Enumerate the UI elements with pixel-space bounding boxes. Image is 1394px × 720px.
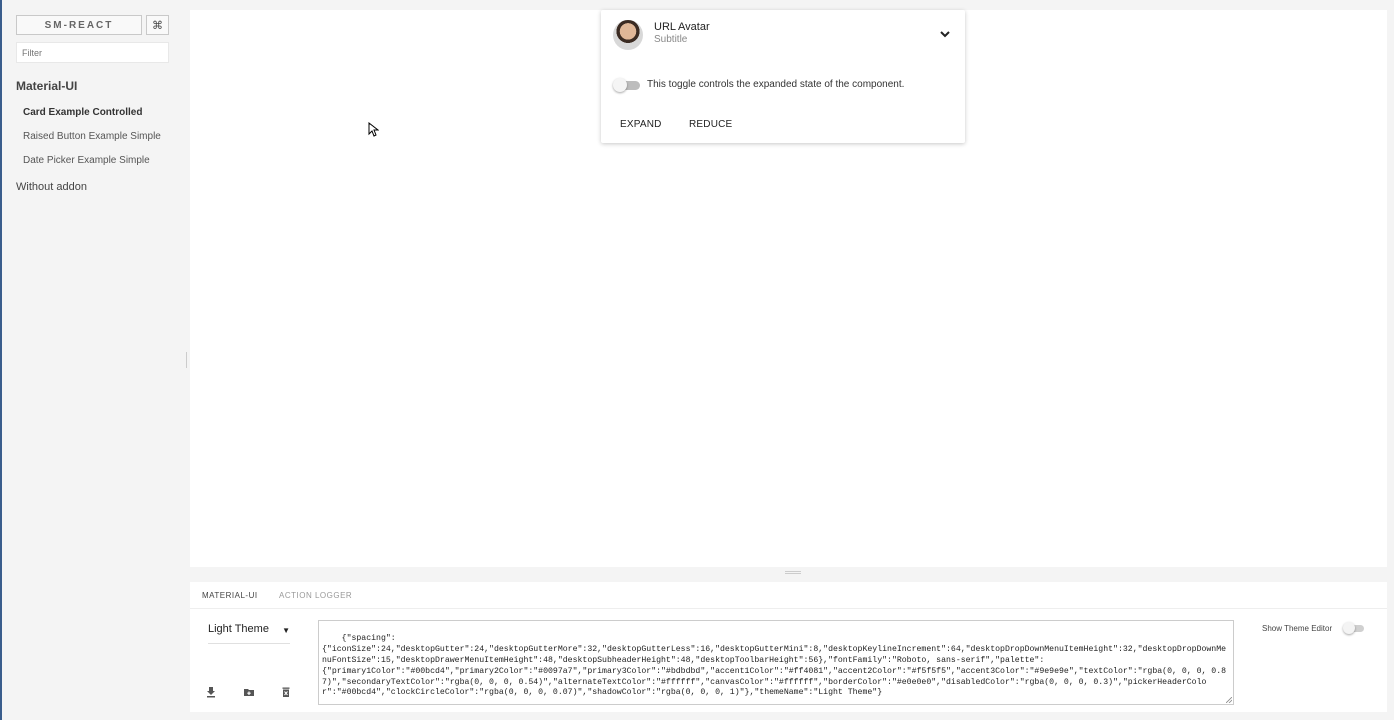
tab-material-ui[interactable]: MATERIAL-UI [202,591,258,600]
download-icon[interactable] [205,686,217,698]
sidebar-item-date-picker-example-simple[interactable]: Date Picker Example Simple [23,155,150,166]
card-title: URL Avatar [654,21,710,33]
sidebar-item-raised-button-example-simple[interactable]: Raised Button Example Simple [23,131,161,142]
show-theme-editor-toggle[interactable] [1343,622,1365,634]
theme-json-text: {"spacing": {"iconSize":24,"desktopGutte… [322,633,1227,698]
open-folder-icon[interactable] [243,686,255,698]
card: URL Avatar Subtitle This toggle controls… [601,10,965,143]
caret-down-icon: ▼ [282,626,290,635]
addon-tabs: MATERIAL-UI ACTION LOGGER [190,582,1387,609]
sidebar-resize-handle[interactable] [186,352,188,368]
brand-row: SM-REACT ⌘ [16,15,169,35]
sidebar-group-without-addon[interactable]: Without addon [16,181,87,193]
reduce-button[interactable]: REDUCE [689,119,732,130]
filter-input[interactable] [16,42,169,63]
show-theme-editor-label: Show Theme Editor [1262,624,1333,633]
brand-button[interactable]: SM-REACT [16,15,142,35]
theme-select[interactable]: Light Theme ▼ [208,623,290,644]
theme-json-textarea[interactable]: {"spacing": {"iconSize":24,"desktopGutte… [318,620,1234,705]
sidebar-item-card-example-controlled[interactable]: Card Example Controlled [23,107,142,118]
theme-select-value: Light Theme [208,623,269,635]
resize-grip-icon[interactable] [1226,697,1232,703]
delete-icon[interactable] [280,686,292,698]
sidebar: SM-REACT ⌘ Material-UI Card Example Cont… [0,0,186,720]
sidebar-group-material-ui[interactable]: Material-UI [16,79,77,93]
command-icon[interactable]: ⌘ [146,15,169,35]
card-subtitle: Subtitle [654,34,688,45]
addon-panel: MATERIAL-UI ACTION LOGGER Light Theme ▼ … [190,582,1387,712]
toggle-label: This toggle controls the expanded state … [647,79,905,90]
expand-button[interactable]: EXPAND [620,119,662,130]
mouse-cursor-icon [368,122,379,137]
chevron-down-icon[interactable] [939,29,951,39]
panel-resize-handle[interactable] [785,571,801,574]
expand-toggle[interactable] [613,78,641,92]
toggle-thumb [613,78,627,92]
toggle-thumb [1343,622,1355,634]
avatar [613,20,643,50]
tab-action-logger[interactable]: ACTION LOGGER [279,591,352,600]
